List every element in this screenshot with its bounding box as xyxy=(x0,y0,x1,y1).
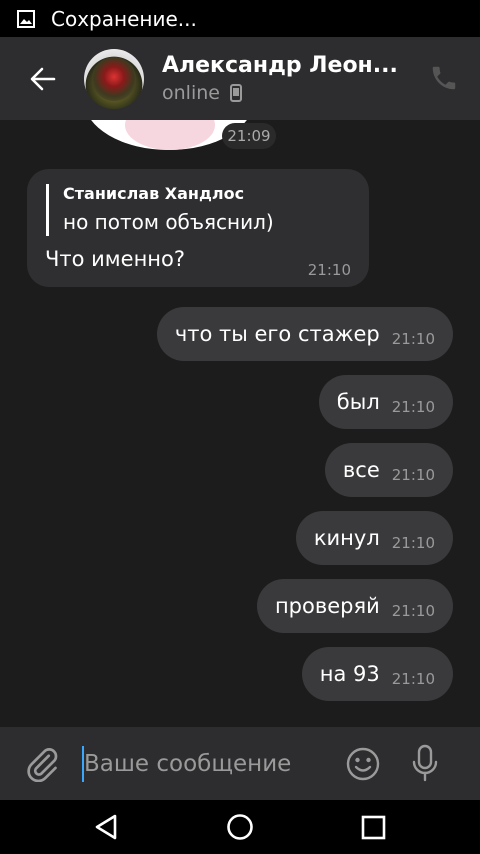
message-time: 21:10 xyxy=(391,330,435,348)
system-nav-bar xyxy=(0,800,480,854)
message-list[interactable]: 21:09 Станислав Хандлос но потом объясни… xyxy=(0,120,480,727)
image-icon xyxy=(17,9,35,28)
microphone-icon[interactable] xyxy=(410,744,440,784)
sticker-time: 21:09 xyxy=(222,123,276,149)
avatar[interactable] xyxy=(84,48,144,109)
nav-back-icon[interactable] xyxy=(93,814,119,840)
outgoing-message[interactable]: все 21:10 xyxy=(324,443,453,497)
call-icon[interactable] xyxy=(429,63,459,93)
chat-header: Александр Леон... online xyxy=(0,37,480,120)
message-text: на 93 xyxy=(319,662,380,686)
outgoing-message[interactable]: на 93 21:10 xyxy=(301,647,453,701)
reply-text[interactable]: но потом объяснил) xyxy=(63,210,274,234)
message-text: все xyxy=(342,458,380,482)
message-time: 21:10 xyxy=(391,670,435,688)
message-input[interactable]: Ваше сообщение xyxy=(84,751,334,777)
composer: Ваше сообщение xyxy=(0,727,480,800)
contact-info[interactable]: Александр Леон... online xyxy=(162,53,398,104)
reply-bar xyxy=(46,184,49,236)
phone-device-icon xyxy=(229,84,242,102)
message-text: проверяй xyxy=(274,594,380,618)
contact-status: online xyxy=(162,82,220,104)
outgoing-message[interactable]: проверяй 21:10 xyxy=(256,579,453,633)
message-text: Что именно? xyxy=(45,247,186,271)
message-text: кинул xyxy=(313,526,380,550)
outgoing-message[interactable]: был 21:10 xyxy=(318,375,453,429)
status-bar: Сохранение... xyxy=(0,0,480,37)
emoji-icon[interactable] xyxy=(346,747,380,781)
status-text: Сохранение... xyxy=(51,6,197,31)
outgoing-message[interactable]: кинул 21:10 xyxy=(295,511,453,565)
message-time: 21:10 xyxy=(307,261,351,279)
outgoing-message[interactable]: что ты его стажер 21:10 xyxy=(156,307,453,361)
contact-name[interactable]: Александр Леон... xyxy=(162,53,398,78)
nav-home-icon[interactable] xyxy=(226,813,254,841)
message-text: что ты его стажер xyxy=(174,322,380,346)
message-time: 21:10 xyxy=(391,398,435,416)
message-time: 21:10 xyxy=(391,534,435,552)
incoming-message[interactable]: Станислав Хандлос но потом объяснил) Что… xyxy=(27,169,369,287)
message-time: 21:10 xyxy=(391,602,435,620)
back-arrow-icon[interactable] xyxy=(28,64,58,94)
paperclip-icon[interactable] xyxy=(24,746,60,782)
reply-author[interactable]: Станислав Хандлос xyxy=(63,184,244,203)
message-text: был xyxy=(336,390,380,414)
nav-recents-icon[interactable] xyxy=(361,815,386,840)
message-time: 21:10 xyxy=(391,466,435,484)
